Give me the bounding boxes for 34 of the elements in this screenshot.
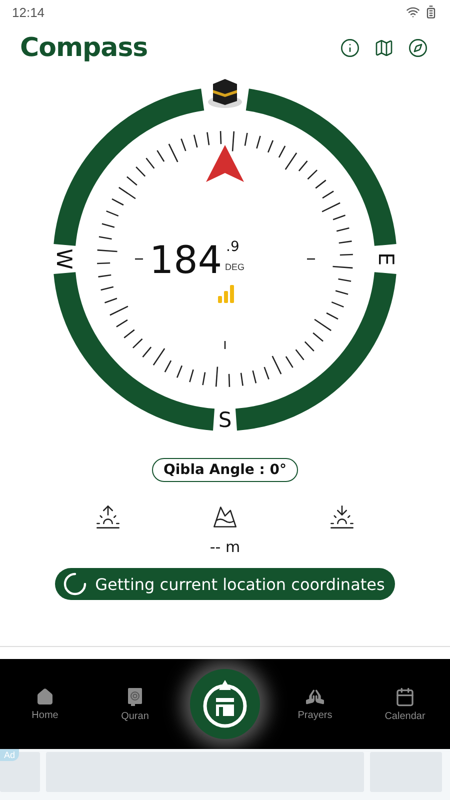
mountain-icon [212, 504, 238, 530]
sunrise-icon [95, 504, 122, 530]
compass-button[interactable] [408, 38, 428, 58]
praying-hands-icon [306, 688, 324, 706]
heading-value: 184 [149, 238, 222, 282]
wifi-icon [406, 5, 420, 19]
nav-tab[interactable]: Quran [90, 686, 180, 722]
nav-tab[interactable]: Home [0, 688, 90, 720]
home-icon [36, 688, 54, 706]
direction-label: S [218, 408, 232, 432]
sunset-icon [328, 504, 355, 530]
spinner-icon [63, 572, 88, 596]
location-status-button[interactable]: Getting current location coordinates [55, 568, 395, 600]
north-arrow [206, 145, 244, 182]
altitude-value: -- m [210, 538, 240, 556]
heading-decimal: .9 [226, 239, 240, 255]
nav-tab[interactable]: Prayers [270, 688, 360, 720]
info-button[interactable] [340, 38, 360, 58]
direction-label: E [374, 252, 398, 266]
calendar-icon [395, 686, 415, 706]
unit-label: DEG [225, 262, 245, 272]
ad-badge: Ad [0, 749, 20, 761]
kaaba-icon [208, 79, 242, 108]
nav-tab[interactable]: Calendar [360, 686, 450, 722]
qibla-angle-label: Qibla Angle : 0° [152, 458, 298, 482]
ad-placeholder [0, 752, 40, 792]
page-title: Compass [20, 33, 148, 63]
map-button[interactable] [374, 38, 394, 58]
book-icon [127, 686, 143, 706]
qibla-nav-button[interactable] [190, 669, 260, 739]
direction-label: W [52, 248, 76, 270]
battery-icon [424, 5, 438, 19]
accuracy-icon [218, 285, 234, 303]
status-time: 12:14 [12, 4, 45, 20]
